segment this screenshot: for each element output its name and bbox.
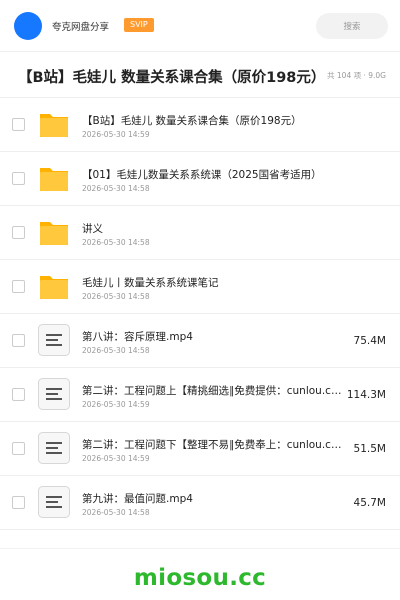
list-item[interactable]: 【B站】毛娃儿 数量关系课合集（原价198元） 2026-05-30 14:59 (0, 98, 400, 152)
item-date: 2026-05-30 14:58 (82, 346, 150, 355)
item-date: 2026-05-30 14:59 (82, 454, 150, 463)
file-icon (37, 324, 71, 356)
folder-title-row: 【B站】毛娃儿 数量关系课合集（原价198元） 共 104 项 · 9.0G (0, 52, 400, 98)
item-size: 114.3M (346, 389, 386, 401)
list-item[interactable]: 【01】毛娃儿数量关系系统课（2025国省考适用） 2026-05-30 14:… (0, 152, 400, 206)
folder-icon (37, 216, 71, 248)
item-date: 2026-05-30 14:58 (82, 184, 150, 193)
item-size: 51.5M (353, 443, 386, 455)
item-checkbox[interactable] (12, 226, 25, 239)
item-size: 45.7M (353, 497, 386, 509)
item-name: 第二讲：工程问题下【整理不易∥免费奉上：cunlou.com (82, 439, 344, 451)
item-name: 第二讲：工程问题上【精挑细选∥免费提供：cunlou.com (82, 385, 344, 397)
svip-badge: SVIP (124, 18, 154, 32)
item-date: 2026-05-30 14:58 (82, 292, 150, 301)
item-date: 2026-05-30 14:58 (82, 508, 150, 517)
list-item[interactable]: 第九讲：最值问题.mp4 2026-05-30 14:58 45.7M (0, 476, 400, 530)
item-checkbox[interactable] (12, 172, 25, 185)
item-name: 第九讲：最值问题.mp4 (82, 493, 193, 505)
list-item[interactable]: 毛娃儿丨数量关系系统课笔记 2026-05-30 14:58 (0, 260, 400, 314)
item-date: 2026-05-30 14:59 (82, 400, 150, 409)
page-title: 【B站】毛娃儿 数量关系课合集（原价198元） (18, 70, 326, 86)
item-name: 第八讲：容斥原理.mp4 (82, 331, 193, 343)
item-name: 【B站】毛娃儿 数量关系课合集（原价198元） (82, 115, 302, 127)
item-size: 75.4M (353, 335, 386, 347)
search-button[interactable]: 搜索 (316, 13, 388, 39)
item-checkbox[interactable] (12, 118, 25, 131)
list-item[interactable]: 第二讲：工程问题下【整理不易∥免费奉上：cunlou.com 2026-05-3… (0, 422, 400, 476)
list-item[interactable]: 讲义 2026-05-30 14:58 (0, 206, 400, 260)
item-checkbox[interactable] (12, 442, 25, 455)
item-checkbox[interactable] (12, 496, 25, 509)
app-name: 夸克网盘分享 (52, 22, 110, 33)
file-list: 【B站】毛娃儿 数量关系课合集（原价198元） 2026-05-30 14:59… (0, 98, 400, 530)
avatar[interactable] (14, 12, 42, 40)
file-icon (37, 432, 71, 464)
item-date: 2026-05-30 14:58 (82, 238, 150, 247)
folder-meta: 共 104 项 · 9.0G (327, 71, 386, 80)
folder-icon (37, 162, 71, 194)
list-item[interactable]: 第八讲：容斥原理.mp4 2026-05-30 14:58 75.4M (0, 314, 400, 368)
item-name: 毛娃儿丨数量关系系统课笔记 (82, 277, 219, 289)
file-icon (37, 486, 71, 518)
item-name: 【01】毛娃儿数量关系系统课（2025国省考适用） (82, 169, 322, 181)
footer: miosou.cc (0, 548, 400, 600)
item-checkbox[interactable] (12, 280, 25, 293)
list-item[interactable]: 第二讲：工程问题上【精挑细选∥免费提供：cunlou.com 2026-05-3… (0, 368, 400, 422)
item-checkbox[interactable] (12, 334, 25, 347)
folder-icon (37, 270, 71, 302)
header: 夸克网盘分享 SVIP 搜索 (0, 0, 400, 52)
item-checkbox[interactable] (12, 388, 25, 401)
item-name: 讲义 (82, 223, 103, 235)
brand-watermark: miosou.cc (133, 565, 267, 591)
folder-icon (37, 108, 71, 140)
file-icon (37, 378, 71, 410)
item-date: 2026-05-30 14:59 (82, 130, 150, 139)
